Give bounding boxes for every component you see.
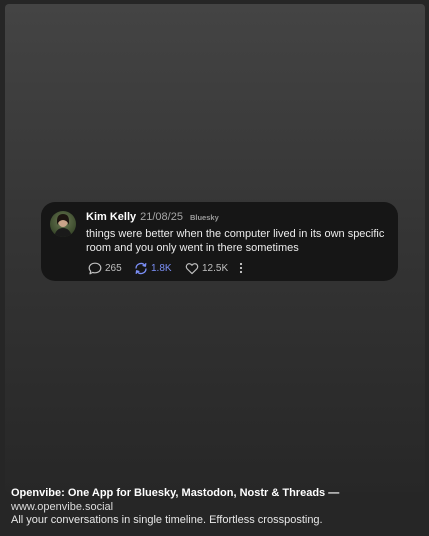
more-icon [239, 262, 249, 274]
link-preview-footer[interactable]: Openvibe: One App for Bluesky, Mastodon,… [11, 487, 421, 528]
post-actions: 265 1.8K 12.5K [88, 261, 249, 275]
like-button[interactable]: 12.5K [185, 262, 239, 275]
link-description: All your conversations in single timelin… [11, 514, 323, 526]
repost-button[interactable]: 1.8K [134, 262, 185, 275]
post-text: things were better when the computer liv… [86, 228, 385, 254]
avatar[interactable] [50, 211, 76, 237]
post-date: 21/08/25 [140, 211, 183, 223]
repost-count: 1.8K [151, 262, 172, 274]
source-badge: Bluesky [189, 213, 219, 222]
preview-image[interactable]: Kim Kelly 21/08/25 Bluesky things were b… [5, 4, 425, 492]
repost-icon [134, 262, 148, 275]
more-button[interactable] [239, 262, 249, 274]
link-title[interactable]: Openvibe: One App for Bluesky, Mastodon,… [11, 487, 421, 501]
reply-icon [88, 262, 102, 275]
reply-count: 265 [105, 262, 122, 274]
author-name[interactable]: Kim Kelly [86, 211, 136, 223]
reply-button[interactable]: 265 [88, 262, 134, 275]
post-card[interactable]: Kim Kelly 21/08/25 Bluesky things were b… [41, 202, 398, 281]
post-header: Kim Kelly 21/08/25 Bluesky [86, 211, 219, 225]
link-url[interactable]: www.openvibe.social [11, 501, 421, 515]
like-icon [185, 262, 199, 275]
like-count: 12.5K [202, 262, 229, 274]
